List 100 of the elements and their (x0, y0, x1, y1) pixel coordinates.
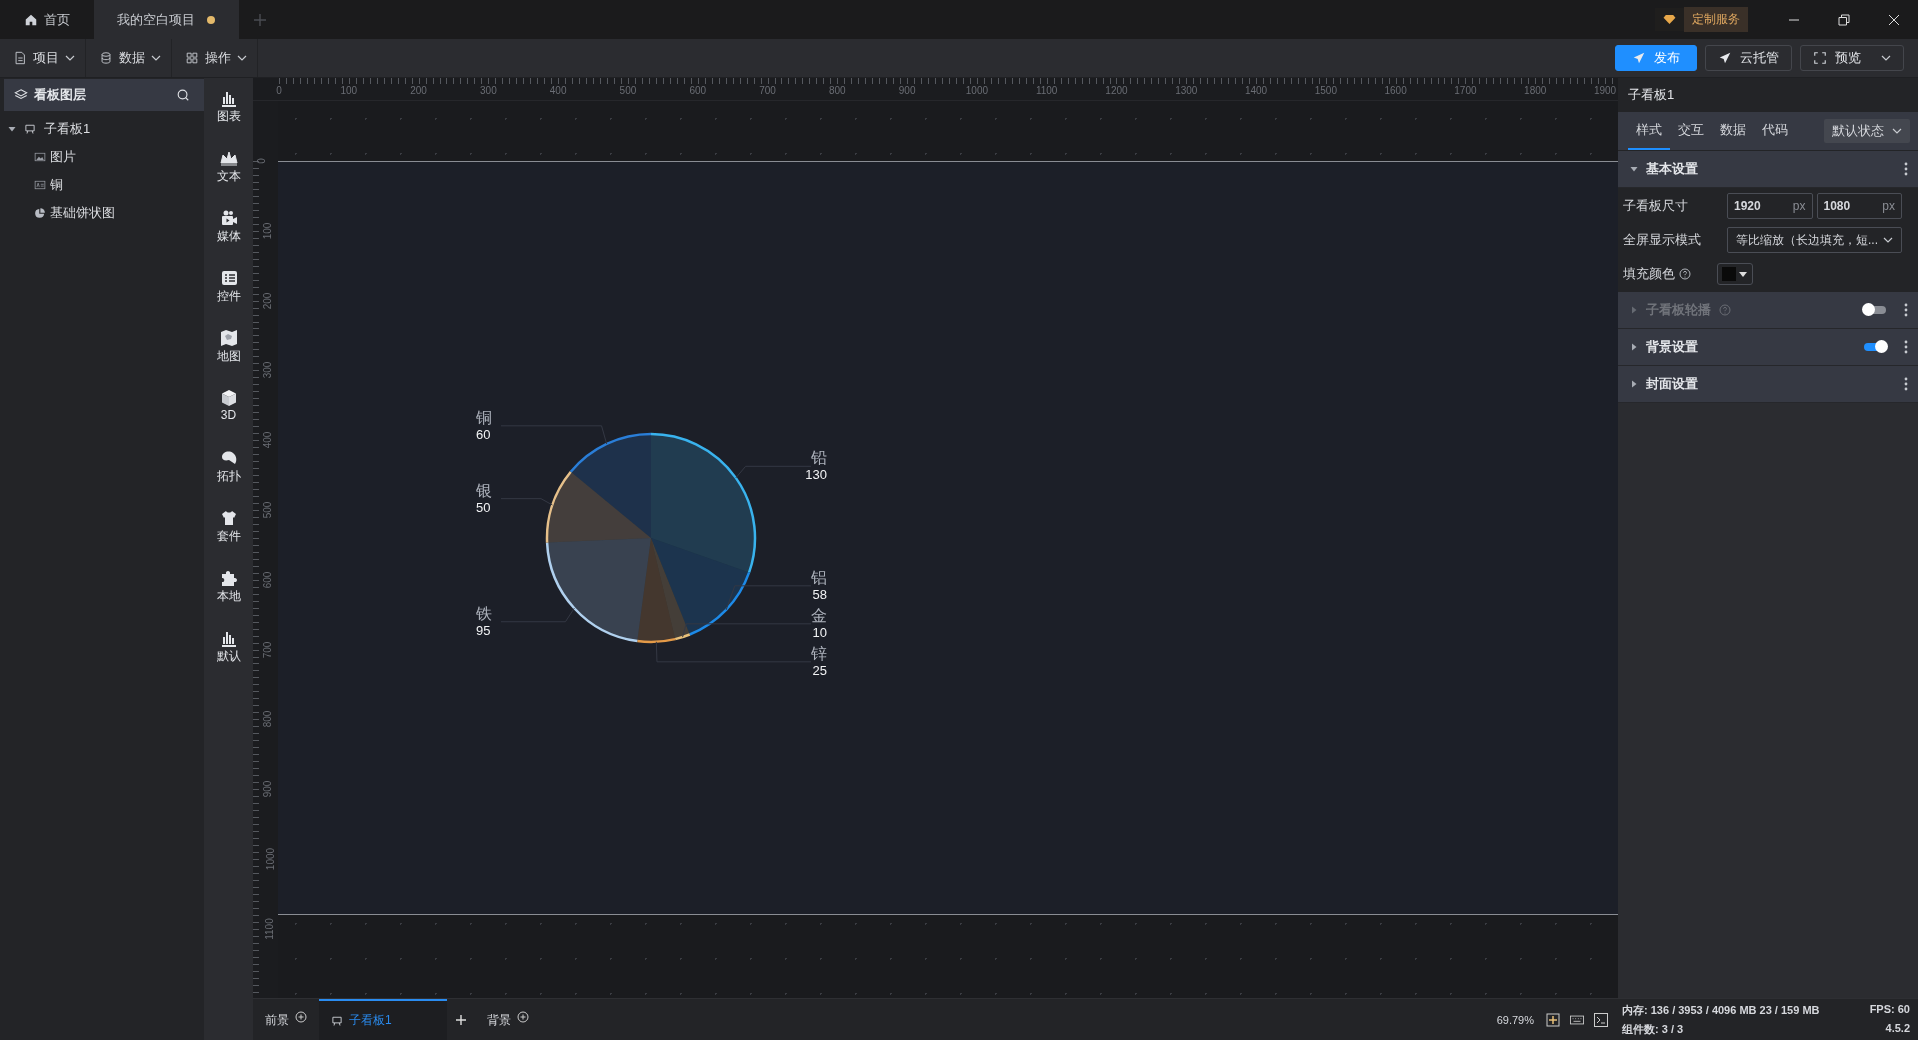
menu-button[interactable]: 项目 (0, 39, 86, 77)
ruler-label: 1100 (264, 917, 276, 940)
scene-tab[interactable]: 前景 (253, 999, 319, 1040)
ruler-label: 800 (261, 710, 273, 728)
color-picker[interactable] (1717, 263, 1753, 285)
restore-icon[interactable] (1838, 13, 1850, 26)
menu-button[interactable]: 操作 (172, 39, 258, 77)
ruler-label: 1700 (1454, 85, 1477, 96)
scene-tab[interactable]: 子看板1 (319, 999, 447, 1040)
leader-line (500, 498, 553, 506)
ruler-label: 1500 (1314, 85, 1337, 96)
scene-tab[interactable]: 背景 (475, 999, 541, 1040)
component-category-button[interactable]: 套件 (216, 504, 241, 564)
slice-label: 铜 (476, 408, 492, 426)
slice-value: 50 (476, 499, 491, 515)
slice-label: 锌 (811, 644, 827, 662)
slice-value: 58 (812, 586, 827, 602)
ruler-label: 1800 (1524, 85, 1547, 96)
grid-icon (185, 51, 199, 65)
slice-label: 铁 (476, 604, 492, 622)
ruler-label: 300 (480, 85, 497, 96)
component-category-button[interactable]: 文本 (216, 144, 241, 204)
more-icon[interactable] (1904, 377, 1908, 391)
inspector-tab[interactable]: 交互 (1670, 112, 1712, 150)
layer-item[interactable]: 子看板1 (0, 115, 204, 143)
document-tab[interactable]: 我的空白项目 (94, 0, 239, 39)
preview-button[interactable]: 预览 (1800, 45, 1904, 71)
ruler-label: 1400 (1244, 85, 1268, 96)
ruler-label: 900 (898, 85, 916, 96)
more-icon[interactable] (1904, 162, 1908, 176)
version-label: 4.5.2 (1885, 1021, 1910, 1036)
add-circle-icon[interactable] (295, 1010, 307, 1023)
easel-icon (24, 123, 36, 135)
component-category-button[interactable]: 本地 (216, 564, 241, 624)
number-field[interactable]: 1920 px (1727, 193, 1813, 219)
ruler-label: 600 (261, 571, 273, 589)
state-dropdown[interactable]: 默认状态 (1824, 119, 1910, 143)
chevron-down-icon (237, 55, 247, 61)
image-icon (34, 151, 46, 163)
keyboard-icon[interactable] (1570, 1012, 1584, 1027)
map-icon (218, 328, 239, 348)
slice-label: 铝 (811, 568, 827, 586)
component-category-button[interactable]: 拓扑 (216, 444, 241, 504)
toggle-switch[interactable] (1864, 343, 1886, 351)
ruler-label: 100 (340, 85, 358, 96)
chevron-down-icon (65, 55, 75, 61)
add-circle-icon[interactable] (517, 1010, 529, 1023)
ruler-label: 1600 (1384, 85, 1407, 96)
close-icon[interactable] (1888, 13, 1900, 26)
caret-icon[interactable] (1630, 165, 1638, 173)
section-header[interactable]: 封面设置 (1618, 366, 1918, 403)
database-icon (99, 51, 113, 65)
chevron-down-icon (151, 55, 161, 61)
select-field[interactable]: 等比缩放（长边填充，短... (1727, 227, 1902, 253)
ruler-label: 1100 (1035, 85, 1058, 96)
inspector-tab[interactable]: 数据 (1712, 112, 1754, 150)
paper-plane-icon (1632, 51, 1646, 65)
panel-title: 看板图层 (34, 86, 86, 104)
ruler-label: 1200 (1105, 85, 1128, 96)
text-box-icon (34, 179, 46, 191)
component-category-button[interactable]: 3D (218, 384, 239, 444)
caret-icon[interactable] (1630, 380, 1638, 388)
home-icon (24, 12, 38, 27)
memory-status: 内存: 136 / 3953 / 4096 MB 23 / 159 MB (1622, 1002, 1820, 1018)
help-icon[interactable] (1679, 268, 1691, 280)
section-header[interactable]: 背景设置 (1618, 329, 1918, 366)
layer-item[interactable]: 铜 (0, 171, 204, 199)
field-label: 全屏显示模式 (1623, 231, 1702, 249)
menu-button[interactable]: 数据 (86, 39, 172, 77)
more-icon[interactable] (1904, 340, 1908, 354)
ruler-label: 500 (261, 501, 273, 519)
component-category-button[interactable]: 控件 (216, 264, 241, 324)
caret-icon[interactable] (1630, 343, 1638, 351)
slice-value: 25 (812, 662, 827, 678)
caret-icon[interactable] (8, 125, 16, 133)
component-category-button[interactable]: 媒体 (216, 204, 241, 264)
fit-screen-icon[interactable] (1546, 1012, 1560, 1027)
ruler-label: 300 (261, 362, 273, 379)
inspector-tab[interactable]: 代码 (1754, 112, 1796, 150)
layer-item[interactable]: 基础饼状图 (0, 199, 204, 227)
chevron-down-icon (1883, 237, 1893, 243)
chevron-down-icon (1892, 128, 1902, 134)
component-category-button[interactable]: 图表 (216, 84, 241, 144)
search-icon[interactable] (176, 88, 190, 102)
ruler-label: 0 (276, 85, 282, 96)
terminal-icon[interactable] (1594, 1012, 1608, 1027)
cloud-hosting-button[interactable]: 云托管 (1705, 45, 1792, 71)
component-category-button[interactable]: 地图 (216, 324, 241, 384)
section-header[interactable]: 基本设置 (1618, 151, 1918, 188)
layer-item[interactable]: 图片 (0, 143, 204, 171)
ruler-label: 200 (261, 292, 273, 309)
document-tab[interactable]: 首页 (0, 0, 94, 39)
ruler-label: 400 (549, 85, 567, 96)
slice-value: 130 (805, 467, 827, 483)
layers-icon (14, 88, 28, 102)
chevron-down-icon (1881, 55, 1891, 61)
zoom-level: 69.79% (1496, 1013, 1534, 1026)
number-field[interactable]: 1080 px (1816, 193, 1902, 219)
pie-chart-icon (34, 207, 46, 219)
component-category-button[interactable]: 默认 (216, 624, 241, 684)
